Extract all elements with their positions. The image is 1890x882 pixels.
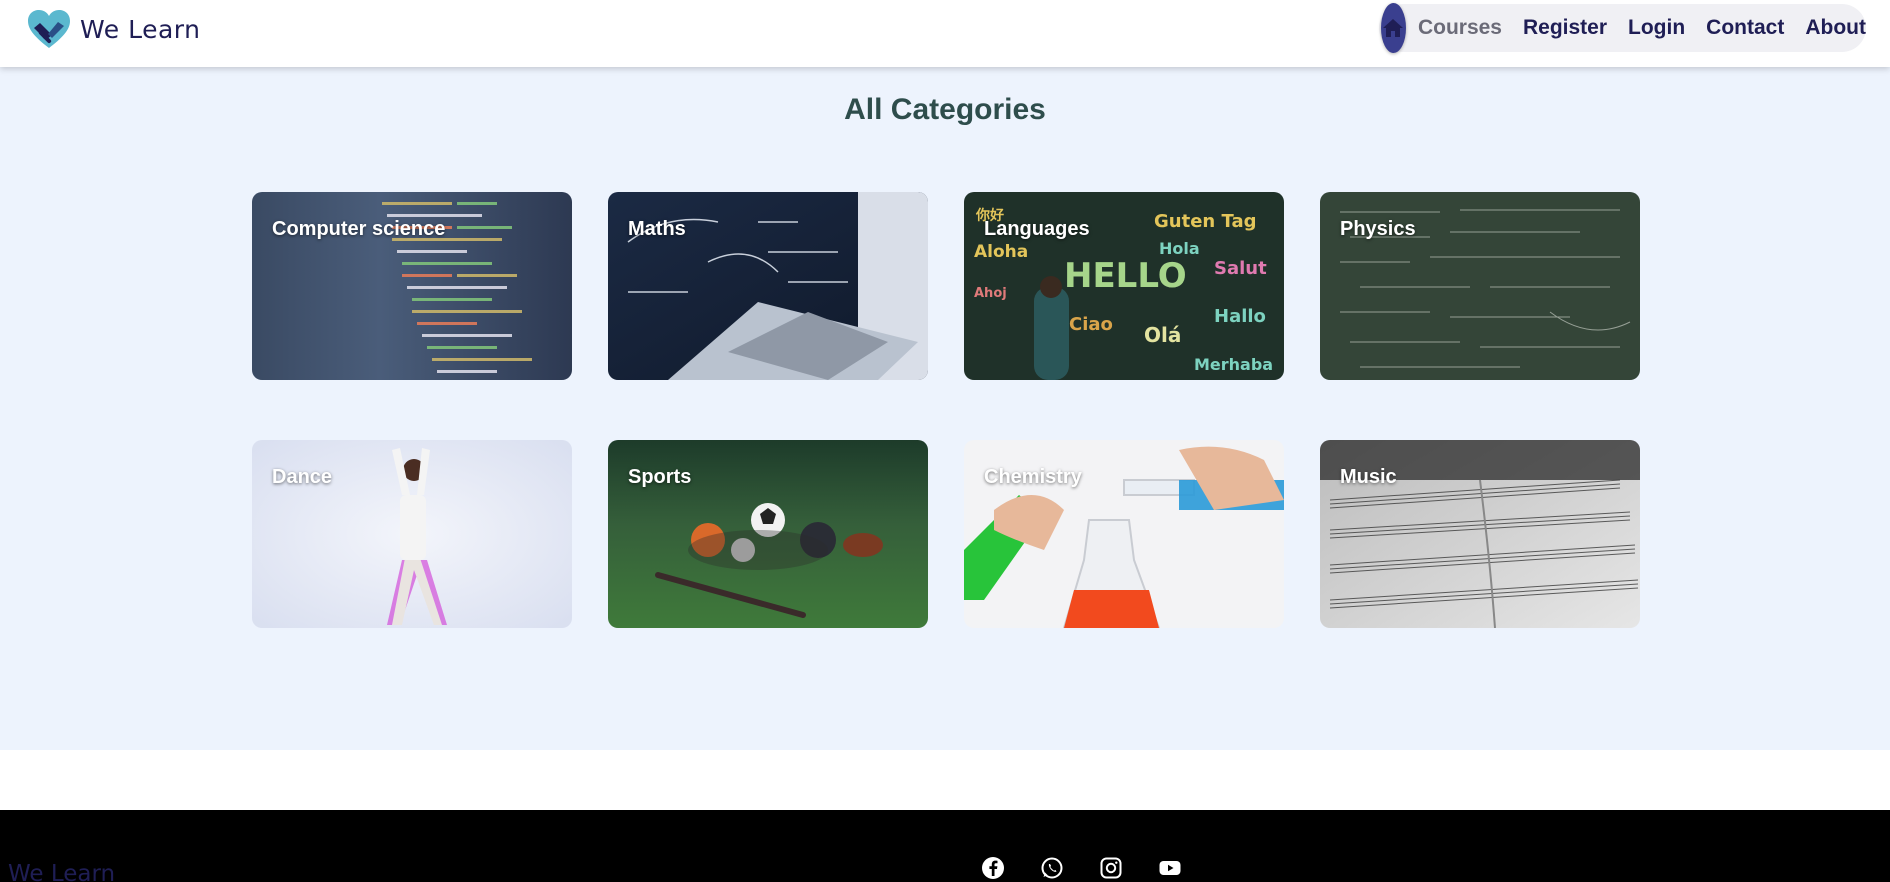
category-card-maths[interactable]: Maths: [608, 192, 928, 380]
facebook-link[interactable]: [980, 855, 1005, 880]
youtube-icon: [1159, 860, 1180, 875]
svg-text:HELLO: HELLO: [1064, 256, 1187, 296]
brand-link[interactable]: We Learn: [26, 8, 200, 50]
category-card-physics[interactable]: Physics: [1320, 192, 1640, 380]
category-card-music[interactable]: Music: [1320, 440, 1640, 628]
svg-text:Guten Tag: Guten Tag: [1154, 211, 1256, 232]
home-icon: [1383, 19, 1404, 37]
nav-about[interactable]: About: [1805, 16, 1866, 40]
facebook-icon: [981, 856, 1004, 879]
social-links: [980, 855, 1182, 880]
svg-text:Merhaba: Merhaba: [1194, 355, 1273, 374]
category-label: Maths: [628, 218, 686, 240]
nav-register[interactable]: Register: [1523, 16, 1607, 40]
page-title: All Categories: [844, 93, 1046, 126]
site-footer: We Learn: [0, 810, 1890, 882]
category-card-languages[interactable]: HELLO Guten Tag Hola Salut Aloha Ahoj Ci…: [964, 192, 1284, 380]
svg-text:Hallo: Hallo: [1214, 306, 1266, 327]
svg-text:Ahoj: Ahoj: [974, 286, 1007, 301]
home-button[interactable]: [1381, 3, 1406, 53]
category-label: Dance: [272, 466, 333, 488]
category-label: Computer science: [272, 218, 446, 240]
category-label: Chemistry: [984, 466, 1082, 488]
category-card-chemistry[interactable]: Chemistry: [964, 440, 1284, 628]
category-card-sports[interactable]: Sports: [608, 440, 928, 628]
categories-section: All Categories Computer science Maths HE…: [0, 67, 1890, 750]
category-label: Music: [1340, 466, 1397, 488]
youtube-link[interactable]: [1157, 855, 1182, 880]
nav-login[interactable]: Login: [1628, 16, 1685, 40]
category-card-computer-science[interactable]: Computer science: [252, 192, 572, 380]
category-label: Physics: [1340, 218, 1416, 240]
main-nav: Courses Register Login Contact About: [1379, 3, 1866, 53]
whatsapp-icon: [1041, 857, 1062, 878]
svg-text:Aloha: Aloha: [974, 242, 1028, 262]
svg-text:Hola: Hola: [1159, 239, 1200, 258]
category-card-dance[interactable]: Dance: [252, 440, 572, 628]
nav-contact[interactable]: Contact: [1706, 16, 1784, 40]
instagram-link[interactable]: [1098, 855, 1123, 880]
whatsapp-link[interactable]: [1039, 855, 1064, 880]
footer-brand: We Learn: [8, 861, 116, 882]
brand-name: We Learn: [80, 14, 201, 44]
handshake-heart-icon: [28, 10, 70, 48]
svg-text:Olá: Olá: [1144, 323, 1181, 347]
instagram-icon: [1100, 857, 1121, 878]
nav-courses[interactable]: Courses: [1418, 16, 1502, 40]
category-label: Sports: [628, 466, 692, 488]
svg-text:Ciao: Ciao: [1069, 314, 1113, 335]
site-header: We Learn Courses Register Login Contact …: [0, 0, 1890, 67]
category-label: Languages: [984, 218, 1090, 240]
svg-text:Salut: Salut: [1214, 258, 1267, 279]
